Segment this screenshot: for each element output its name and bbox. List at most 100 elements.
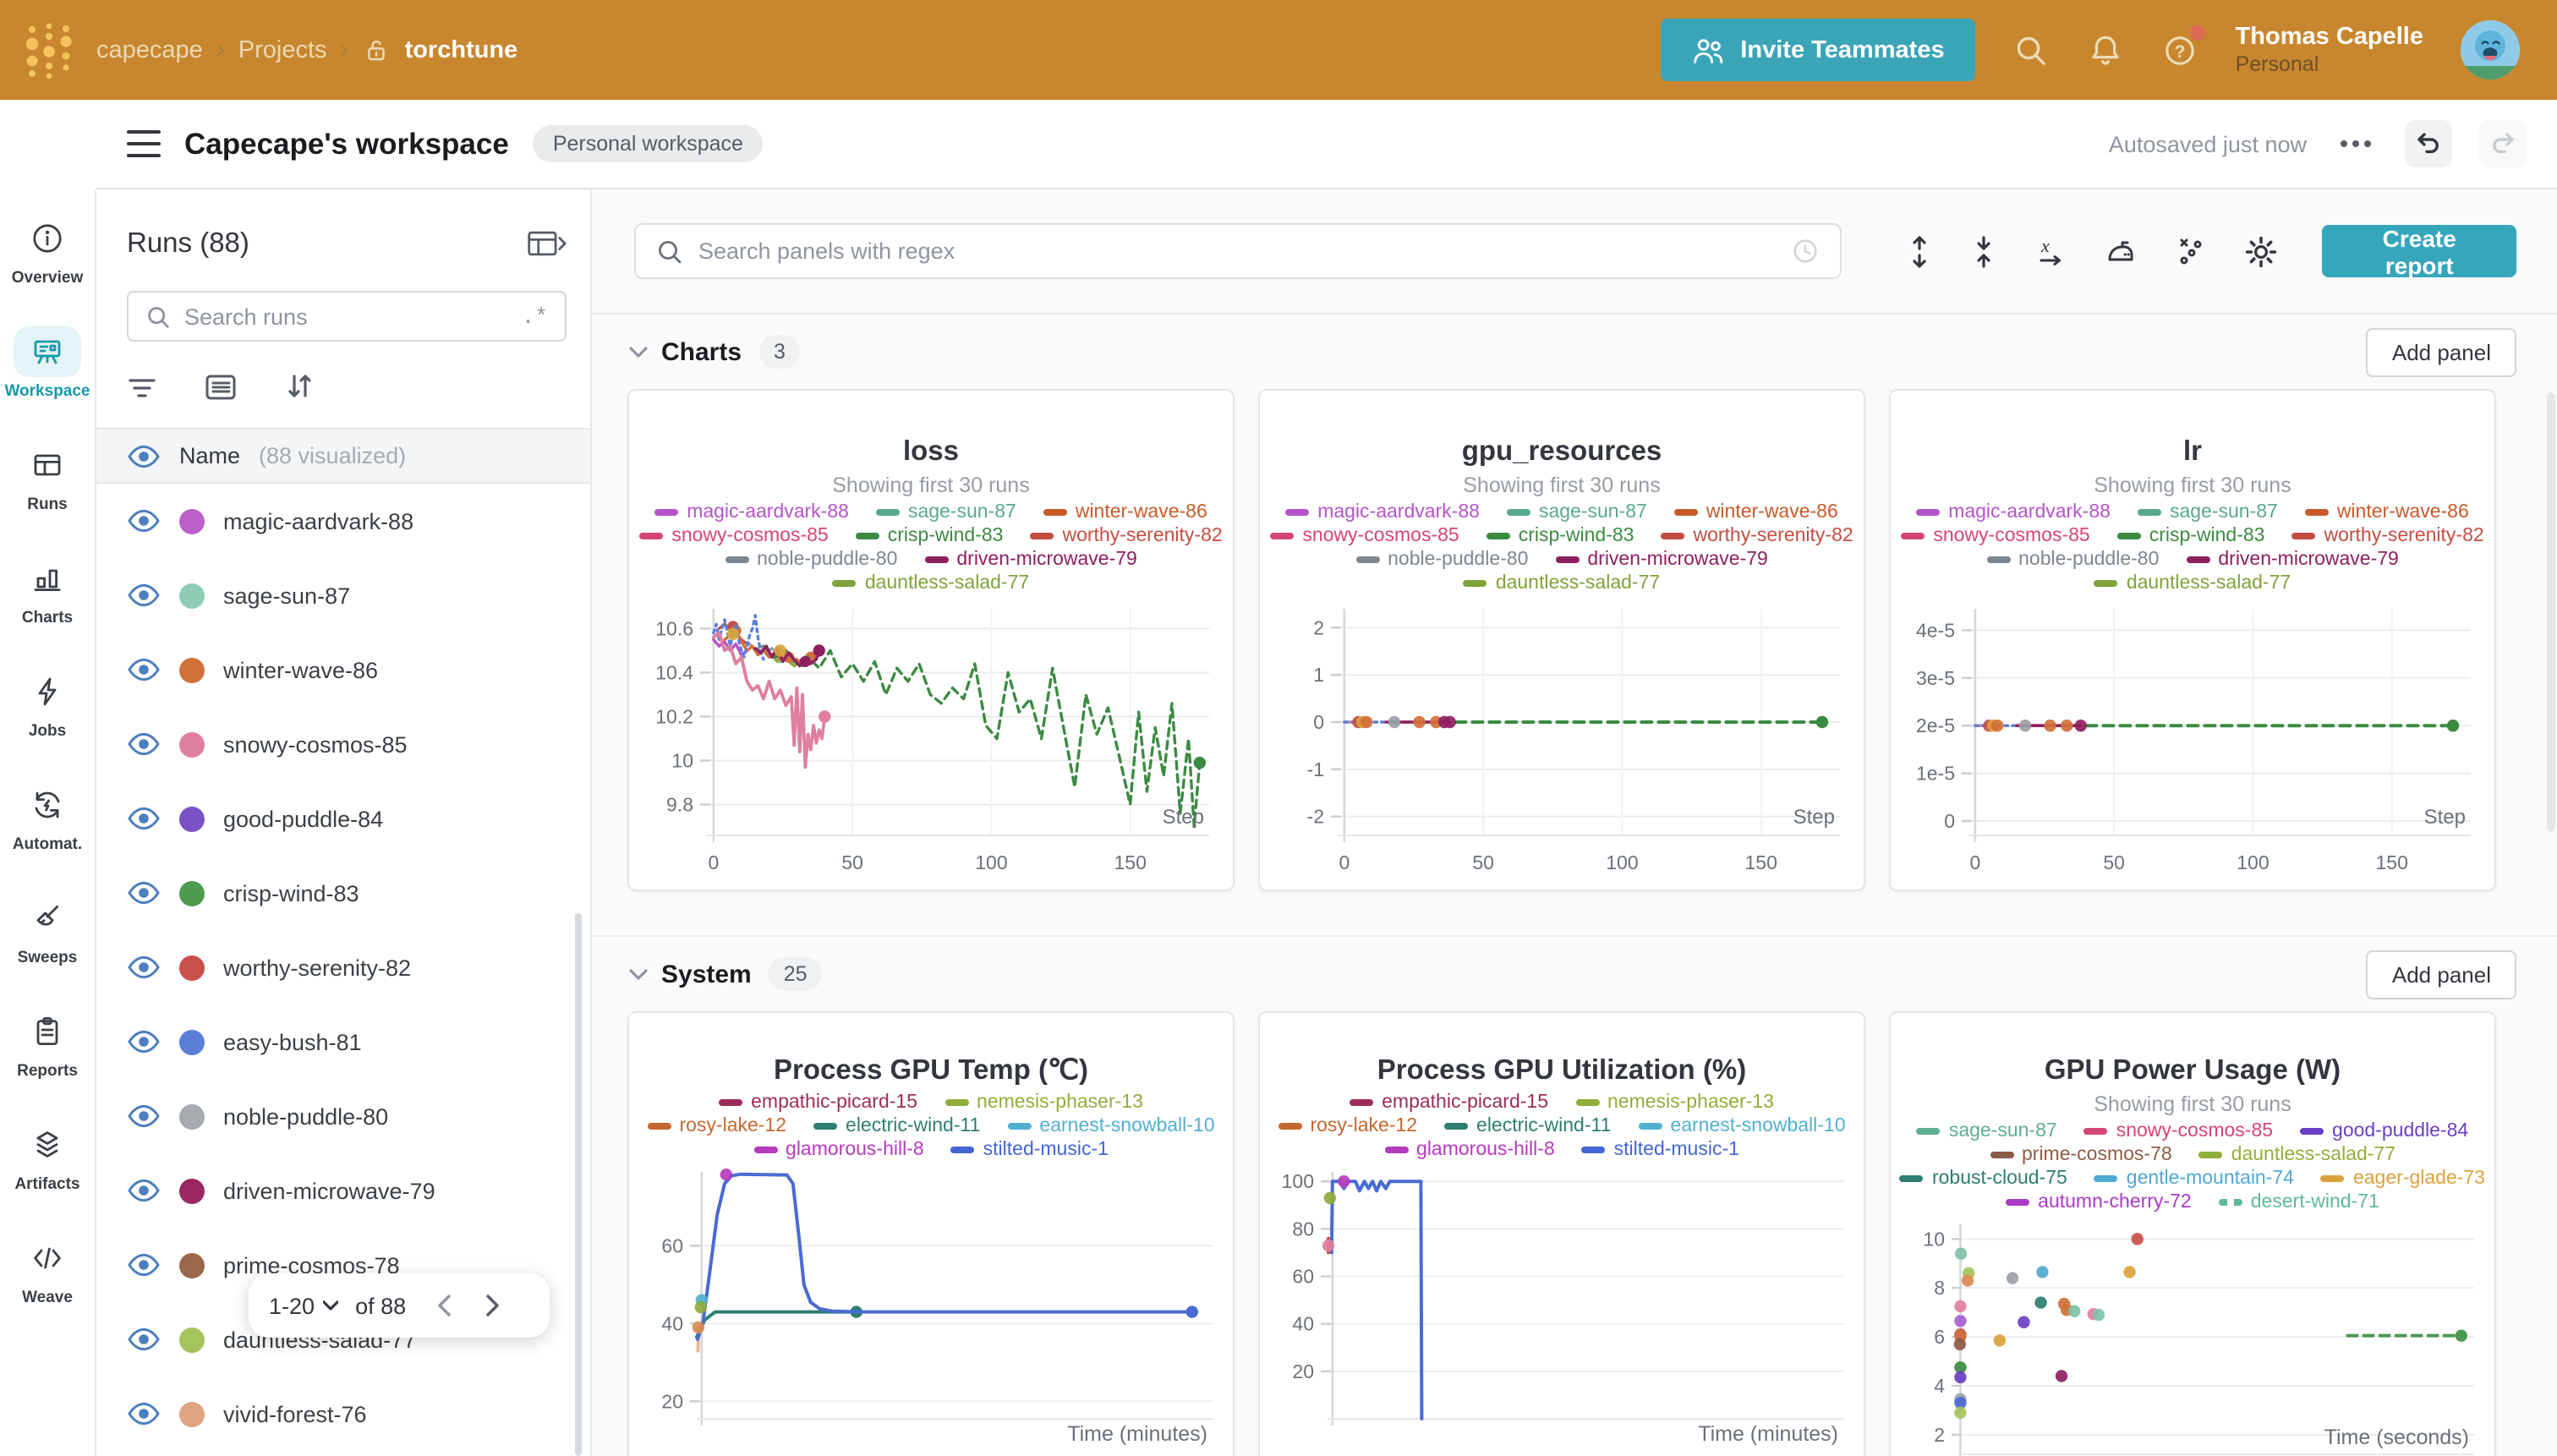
visibility-eye-icon[interactable] (127, 807, 161, 830)
prev-page-button[interactable] (436, 1294, 452, 1317)
legend-item[interactable]: worthy-serenity-82 (1661, 524, 1853, 548)
visibility-eye-icon[interactable] (127, 1030, 161, 1054)
legend-item[interactable]: magic-aardvark-88 (654, 501, 849, 524)
visibility-eye-icon[interactable] (127, 955, 161, 979)
chart-panel-lr[interactable]: lrShowing first 30 runsmagic-aardvark-88… (1889, 389, 2496, 891)
run-row[interactable]: driven-microwave-79 (96, 1153, 590, 1228)
legend-item[interactable]: gentle-mountain-74 (2094, 1167, 2294, 1191)
chart-plot-gpu_temp[interactable]: 604020Time (minutes) (629, 1165, 1233, 1456)
legend-item[interactable]: desert-wind-71 (2219, 1191, 2379, 1214)
sidebar-item-weave[interactable]: Weave (2, 1233, 93, 1324)
help-icon[interactable]: ? (2161, 31, 2198, 68)
user-menu[interactable]: Thomas Capelle Personal (2236, 21, 2423, 79)
legend-item[interactable]: dauntless-salad-77 (833, 572, 1029, 595)
legend-item[interactable]: sage-sun-87 (1917, 1119, 2057, 1143)
visibility-eye-icon[interactable] (127, 444, 161, 468)
legend-item[interactable]: sage-sun-87 (1507, 501, 1647, 524)
next-page-button[interactable] (485, 1294, 501, 1317)
chart-panel-gpu_util[interactable]: Process GPU Utilization (%)empathic-pica… (1258, 1011, 1865, 1456)
expand-panels-icon[interactable] (1907, 234, 1934, 268)
legend-item[interactable]: driven-microwave-79 (924, 548, 1136, 572)
visibility-eye-icon[interactable] (127, 509, 161, 533)
legend-item[interactable]: empathic-picard-15 (719, 1091, 917, 1114)
settings-gear-icon[interactable] (2245, 234, 2279, 268)
group-list-icon[interactable] (205, 373, 237, 400)
panel-search-input[interactable] (698, 238, 1777, 264)
visibility-eye-icon[interactable] (127, 1104, 161, 1128)
chevron-down-icon[interactable] (629, 968, 648, 980)
run-row[interactable]: snowy-cosmos-85 (96, 707, 590, 781)
legend-item[interactable]: nemesis-phaser-13 (1575, 1091, 1774, 1114)
regex-toggle[interactable]: .* (522, 304, 548, 329)
legend-item[interactable]: stilted-music-1 (951, 1138, 1109, 1162)
legend-item[interactable]: noble-puddle-80 (1355, 548, 1528, 572)
legend-item[interactable]: worthy-serenity-82 (2291, 524, 2483, 548)
legend-item[interactable]: snowy-cosmos-85 (1270, 524, 1459, 548)
smoothing-icon[interactable] (2105, 235, 2138, 267)
legend-item[interactable]: prime-cosmos-78 (1990, 1143, 2172, 1167)
legend-item[interactable]: crisp-wind-83 (2117, 524, 2265, 548)
run-row[interactable]: good-puddle-84 (96, 781, 590, 856)
breadcrumb-projects[interactable]: Projects (238, 36, 327, 63)
avatar[interactable] (2461, 20, 2520, 79)
chart-panel-gpu_temp[interactable]: Process GPU Temp (℃)empathic-picard-15ne… (627, 1011, 1235, 1456)
redo-button[interactable] (2479, 120, 2527, 167)
legend-item[interactable]: snowy-cosmos-85 (2084, 1119, 2273, 1143)
sidebar-item-runs[interactable]: Runs (2, 440, 93, 531)
legend-item[interactable]: dauntless-salad-77 (1464, 572, 1660, 595)
sidebar-item-workspace[interactable]: Workspace (2, 326, 93, 418)
legend-item[interactable]: robust-cloud-75 (1900, 1167, 2067, 1191)
legend-item[interactable]: electric-wind-11 (1444, 1114, 1611, 1138)
visibility-eye-icon[interactable] (127, 732, 161, 756)
charts-section-label[interactable]: Charts (661, 337, 742, 366)
chart-panel-gpu_power[interactable]: GPU Power Usage (W)Showing first 30 runs… (1889, 1011, 2496, 1456)
legend-item[interactable]: magic-aardvark-88 (1285, 501, 1480, 524)
sort-icon[interactable] (284, 372, 315, 401)
legend-item[interactable]: dauntless-salad-77 (2094, 572, 2291, 595)
sidebar-item-jobs[interactable]: Jobs (2, 666, 93, 758)
legend-item[interactable]: noble-puddle-80 (725, 548, 897, 572)
run-row[interactable]: worthy-serenity-82 (96, 930, 590, 1004)
legend-item[interactable]: snowy-cosmos-85 (1901, 524, 2089, 548)
more-options-icon[interactable] (2334, 134, 2378, 154)
search-icon[interactable] (2012, 31, 2050, 68)
visibility-eye-icon[interactable] (127, 881, 161, 905)
invite-teammates-button[interactable]: Invite Teammates (1661, 19, 1974, 81)
legend-item[interactable]: stilted-music-1 (1582, 1138, 1739, 1162)
sidebar-item-charts[interactable]: Charts (2, 553, 93, 644)
outliers-icon[interactable] (2176, 235, 2208, 267)
legend-item[interactable]: winter-wave-86 (1043, 501, 1207, 524)
visibility-eye-icon[interactable] (127, 1402, 161, 1426)
create-report-button[interactable]: Create report (2323, 225, 2517, 277)
legend-item[interactable]: winter-wave-86 (1674, 501, 1838, 524)
hamburger-menu-icon[interactable] (127, 130, 161, 157)
legend-item[interactable]: rosy-lake-12 (647, 1114, 786, 1138)
search-history-icon[interactable] (1792, 237, 1821, 265)
run-row[interactable]: vivid-forest-76 (96, 1377, 590, 1451)
sidebar-item-sweeps[interactable]: Sweeps (2, 893, 93, 984)
chevron-down-icon[interactable] (629, 346, 648, 358)
legend-item[interactable]: sage-sun-87 (876, 501, 1016, 524)
legend-item[interactable]: glamorous-hill-8 (1384, 1138, 1555, 1162)
legend-item[interactable]: crisp-wind-83 (856, 524, 1004, 548)
run-row[interactable]: sage-sun-87 (96, 558, 590, 632)
sidebar-item-overview[interactable]: Overview (2, 213, 93, 304)
run-row[interactable]: easy-bush-81 (96, 1004, 590, 1079)
legend-item[interactable]: glamorous-hill-8 (753, 1138, 924, 1162)
legend-item[interactable]: dauntless-salad-77 (2199, 1143, 2395, 1167)
chart-plot-gpu_power[interactable]: 108642Time (seconds) (1891, 1218, 2494, 1456)
run-row[interactable]: winter-wave-86 (96, 632, 590, 707)
legend-item[interactable]: noble-puddle-80 (1986, 548, 2159, 572)
runs-table-expand-icon[interactable] (526, 227, 567, 260)
chart-plot-loss[interactable]: 10.610.410.2109.8050100150Step (629, 599, 1233, 891)
legend-item[interactable]: sage-sun-87 (2138, 501, 2278, 524)
chart-plot-gpu_util[interactable]: 10080604020Time (minutes) (1260, 1165, 1864, 1456)
breadcrumb-project-name[interactable]: torchtune (405, 36, 518, 63)
chart-panel-loss[interactable]: lossShowing first 30 runsmagic-aardvark-… (627, 389, 1235, 891)
legend-item[interactable]: earnest-snowball-10 (1638, 1114, 1845, 1138)
notifications-bell-icon[interactable] (2087, 31, 2124, 68)
legend-item[interactable]: empathic-picard-15 (1350, 1091, 1548, 1114)
page-range-dropdown[interactable]: 1-20 (269, 1293, 338, 1318)
legend-item[interactable]: autumn-cherry-72 (2006, 1191, 2192, 1214)
visibility-eye-icon[interactable] (127, 658, 161, 681)
